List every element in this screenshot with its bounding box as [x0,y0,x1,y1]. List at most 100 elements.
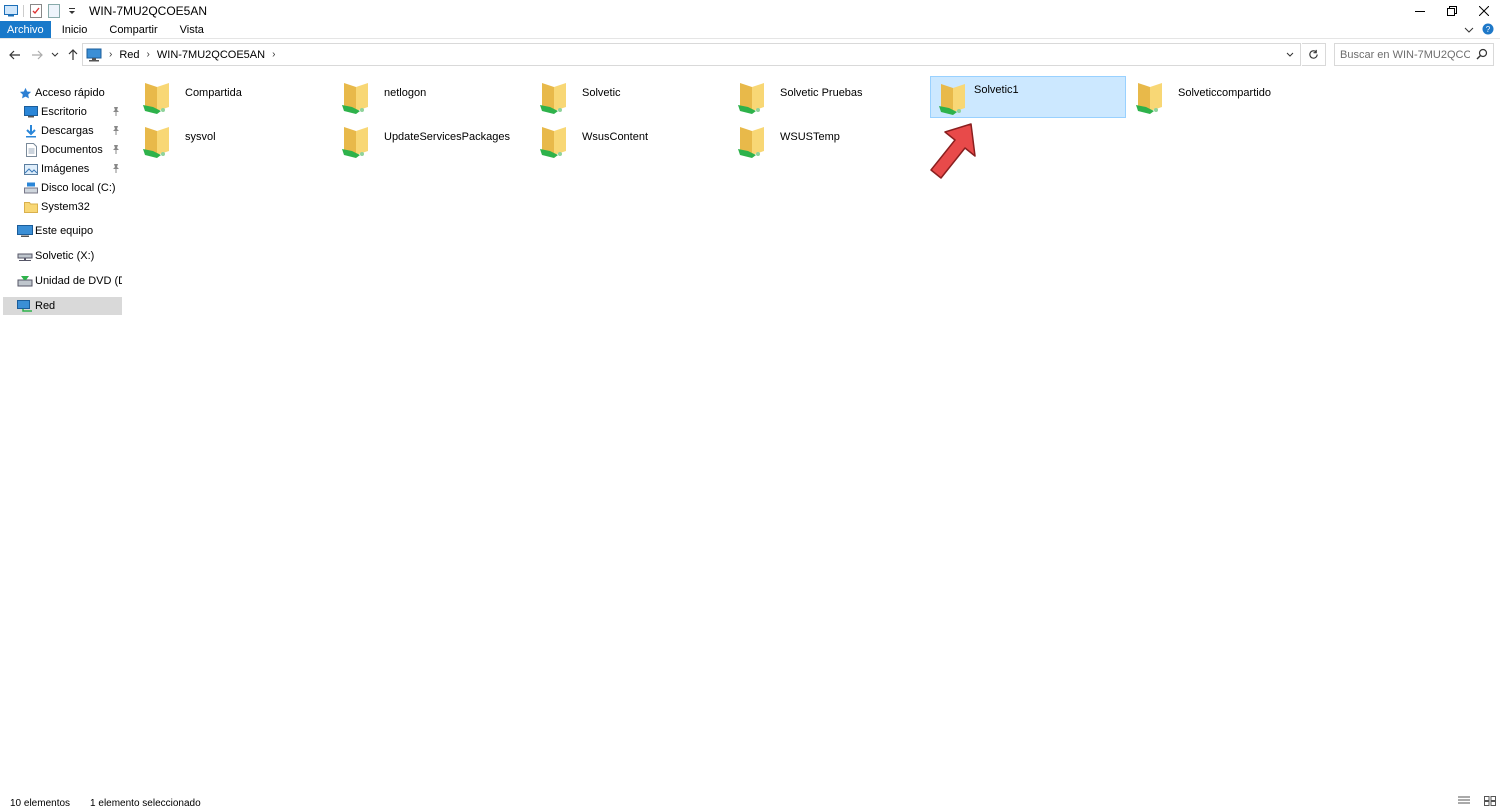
sidebar-item-documentos[interactable]: Documentos [3,141,122,159]
annotation-arrow-icon [930,123,976,179]
folder-name: Solveticcompartido [1178,87,1271,99]
sidebar-item-disco-local[interactable]: Disco local (C:) [3,179,122,197]
quick-access-toolbar [0,0,81,21]
sidebar-item-descargas[interactable]: Descargas [3,122,122,140]
shared-folder-item[interactable]: Compartida [133,75,329,117]
close-icon [1479,5,1489,16]
app-icon[interactable] [2,2,20,20]
network-icon [17,298,33,314]
minimize-button[interactable] [1404,0,1436,21]
shared-folder-item[interactable]: Solveticcompartido [1126,75,1322,117]
shared-folder-icon [736,79,768,115]
sidebar-item-label: Unidad de DVD (D:) S [35,275,122,287]
navigation-bar: › Red › WIN-7MU2QCOE5AN › Buscar en WIN-… [0,39,1500,70]
sidebar-item-dvd[interactable]: Unidad de DVD (D:) S [3,272,122,290]
folder-name: Compartida [185,87,242,99]
shared-folder-icon [937,80,969,116]
document-icon [23,142,39,158]
breadcrumb-separator[interactable]: › [269,49,278,60]
window-title: WIN-7MU2QCOE5AN [89,3,208,18]
pin-icon[interactable] [112,106,120,116]
shared-folder-item[interactable]: WsusContent [530,119,726,161]
search-icon [1476,48,1488,63]
breadcrumb-separator[interactable]: › [144,49,153,60]
desktop-icon [23,104,39,120]
star-icon [17,85,33,101]
properties-icon[interactable] [27,2,45,20]
search-box[interactable]: Buscar en WIN-7MU2QCOE5... [1334,43,1494,66]
help-icon[interactable]: ? [1482,23,1494,38]
sidebar-item-label: Documentos [41,144,103,156]
restore-button[interactable] [1436,0,1468,21]
network-location-icon [83,44,106,65]
shared-folder-item[interactable]: sysvol [133,119,329,161]
folder-name: sysvol [185,131,216,143]
chevron-down-icon [51,52,59,57]
pin-icon[interactable] [112,163,120,173]
pin-icon[interactable] [112,125,120,135]
up-button[interactable] [62,44,84,66]
breadcrumb-separator[interactable]: › [106,49,115,60]
breadcrumb-server[interactable]: WIN-7MU2QCOE5AN [153,44,269,65]
shared-folder-item[interactable]: Solvetic Pruebas [728,75,924,117]
recent-locations-button[interactable] [48,44,62,66]
separator [23,4,24,17]
shared-folder-icon [538,79,570,115]
sidebar-item-label: Red [35,300,56,312]
selection-count: 1 elemento seleccionado [90,798,201,809]
tab-compartir[interactable]: Compartir [98,21,168,38]
sidebar-item-red[interactable]: Red [3,297,122,315]
details-view-icon[interactable] [1458,796,1470,809]
forward-arrow-icon [32,50,43,59]
sidebar-item-label: Acceso rápido [35,87,105,99]
sidebar-item-escritorio[interactable]: Escritorio [3,103,122,121]
tab-inicio[interactable]: Inicio [51,21,99,38]
folder-name: WSUSTemp [780,131,840,143]
shared-folder-icon [736,123,768,159]
shared-folder-item-selected[interactable]: Solvetic1 [930,76,1126,118]
tab-vista[interactable]: Vista [169,21,215,38]
sidebar-item-label: Este equipo [35,225,94,237]
sidebar-item-label: Disco local (C:) [41,182,116,194]
address-dropdown-button[interactable] [1280,44,1300,65]
title-bar: WIN-7MU2QCOE5AN [0,0,1500,21]
sidebar-item-label: Solvetic (X:) [35,250,95,262]
status-bar: 10 elementos 1 elemento seleccionado [0,796,1500,811]
search-input[interactable]: Buscar en WIN-7MU2QCOE5... [1340,49,1470,61]
folder-name: netlogon [384,87,427,99]
chevron-down-icon [1286,52,1294,57]
sidebar-item-acceso-rapido[interactable]: Acceso rápido [3,84,122,102]
close-button[interactable] [1468,0,1500,21]
network-drive-icon [17,248,33,264]
folder-icon [23,199,39,215]
customize-toolbar-chevron-icon[interactable] [63,2,81,20]
sidebar-item-este-equipo[interactable]: Este equipo [3,222,122,240]
shared-folder-icon [340,123,372,159]
sidebar-item-label: Escritorio [41,106,87,118]
shared-folder-item[interactable]: netlogon [332,75,528,117]
refresh-button[interactable] [1302,43,1326,66]
sidebar-item-label: System32 [41,201,90,213]
shared-folder-item[interactable]: WSUSTemp [728,119,924,161]
navigation-pane: Acceso rápido Escritorio Descargas Docum… [0,76,124,796]
forward-button[interactable] [26,44,48,66]
file-list: Compartida netlogon Solvetic Solvetic Pr… [128,70,1500,796]
expand-ribbon-chevron-icon[interactable] [1464,23,1474,37]
pictures-icon [23,161,39,177]
folder-name: UpdateServicesPackages [384,131,510,143]
tab-archivo[interactable]: Archivo [0,21,51,38]
pin-icon[interactable] [112,144,120,154]
shared-folder-item[interactable]: Solvetic [530,75,726,117]
sidebar-item-imagenes[interactable]: Imágenes [3,160,122,178]
breadcrumb-red[interactable]: Red [115,44,143,65]
new-folder-icon[interactable] [45,2,63,20]
drive-icon [23,180,39,196]
back-button[interactable] [4,44,26,66]
large-icons-view-icon[interactable] [1484,796,1496,809]
address-bar[interactable]: › Red › WIN-7MU2QCOE5AN › [82,43,1301,66]
sidebar-item-solvetic-x[interactable]: Solvetic (X:) [3,247,122,265]
shared-folder-item[interactable]: UpdateServicesPackages [332,119,528,161]
ribbon-tabs: Archivo Inicio Compartir Vista ? [0,21,1500,39]
shared-folder-icon [141,79,173,115]
sidebar-item-system32[interactable]: System32 [3,198,122,216]
